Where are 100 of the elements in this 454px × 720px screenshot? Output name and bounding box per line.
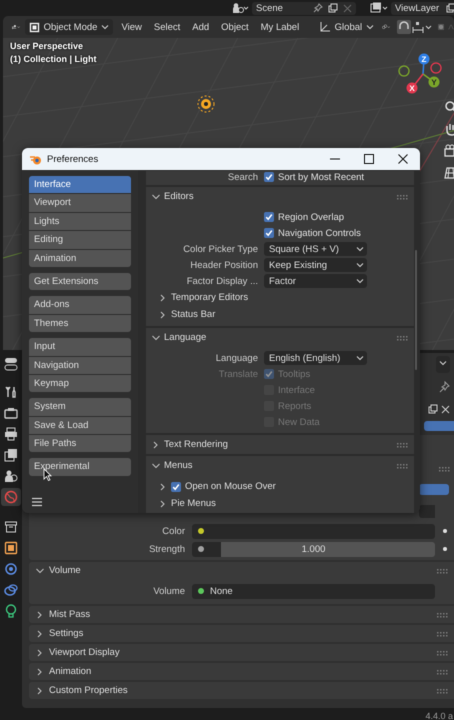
pin-icon[interactable] <box>313 3 323 13</box>
sidebar-item[interactable]: File Paths <box>29 435 131 452</box>
field-value: None <box>210 586 233 596</box>
sidebar-item[interactable]: Editing <box>29 231 131 249</box>
sidebar-item[interactable]: Animation <box>29 250 131 267</box>
grip-icon[interactable] <box>397 194 408 200</box>
axis-label: Z <box>422 55 426 64</box>
toggle-icon[interactable] <box>4 357 18 371</box>
menu-item[interactable]: Add <box>188 22 214 32</box>
light-icon <box>195 93 217 115</box>
grip-icon[interactable] <box>437 688 448 694</box>
grip-icon[interactable] <box>397 462 408 468</box>
grip-icon[interactable] <box>439 466 450 472</box>
axis-label: Y <box>431 78 437 87</box>
copy-icon[interactable] <box>428 404 438 414</box>
menu-item[interactable]: Select <box>150 22 184 32</box>
data-field[interactable]: None <box>192 584 435 598</box>
socket-dot[interactable] <box>198 528 204 534</box>
mode-dropdown[interactable]: Object Mode <box>24 19 114 35</box>
camera-icon[interactable] <box>444 144 454 158</box>
active-button[interactable] <box>419 484 449 494</box>
zoom-icon[interactable] <box>444 100 454 114</box>
image-stack-icon[interactable] <box>370 2 388 14</box>
dropdown[interactable]: English (English) <box>264 351 367 365</box>
grip-icon[interactable] <box>437 650 448 656</box>
axis-ball[interactable] <box>406 82 418 94</box>
magnet-icon[interactable] <box>396 20 411 34</box>
axis-ball[interactable] <box>428 76 440 88</box>
checkbox[interactable] <box>264 212 274 222</box>
grip-icon[interactable] <box>437 612 448 618</box>
sidebar-item[interactable]: System <box>29 398 131 416</box>
socket-dot[interactable] <box>198 588 204 594</box>
grip-icon[interactable] <box>397 442 408 448</box>
axis-ball[interactable] <box>418 54 430 64</box>
dropdown[interactable]: Keep Existing <box>264 258 367 272</box>
menu-icon[interactable] <box>31 497 43 507</box>
panel-header[interactable]: Language <box>146 328 414 347</box>
caret-icon <box>439 358 447 366</box>
grid-icon[interactable] <box>444 166 454 180</box>
sidebar-item[interactable]: Experimental <box>29 458 131 476</box>
checkbox-label[interactable]: Open on Mouse Over <box>185 481 276 492</box>
panel-header[interactable]: Menus <box>146 456 414 475</box>
panel-header[interactable]: Volume <box>29 562 454 579</box>
color-field[interactable] <box>192 524 435 538</box>
menu-item[interactable]: My Label <box>256 22 304 32</box>
sidebar-item[interactable]: Viewport <box>29 194 131 212</box>
socket-dot[interactable] <box>198 546 204 552</box>
grip-icon[interactable] <box>397 334 408 340</box>
checkbox-label[interactable]: Sort by Most Recent <box>278 172 364 182</box>
dropdown[interactable]: Square (HS + V) <box>264 242 367 256</box>
panel-header[interactable]: Animation <box>29 663 454 680</box>
panel-header[interactable]: Settings <box>29 625 454 642</box>
keyframe-dot[interactable] <box>442 547 446 551</box>
panel-header[interactable]: Viewport Display <box>29 644 454 661</box>
sidebar-item[interactable]: Save & Load <box>29 416 131 434</box>
grip-icon[interactable] <box>437 630 448 636</box>
panel-header[interactable]: Mist Pass <box>29 606 454 623</box>
hand-icon[interactable] <box>444 122 454 136</box>
scene-icon[interactable] <box>231 2 249 14</box>
input-field[interactable] <box>419 504 435 518</box>
menu-item[interactable]: Object <box>217 22 253 32</box>
panel-header[interactable]: Editors <box>146 187 414 206</box>
editor-menu-button[interactable] <box>436 356 450 372</box>
checkbox-label[interactable]: Region Overlap <box>278 212 344 222</box>
checkbox[interactable] <box>171 482 181 492</box>
box-icon <box>4 520 18 534</box>
keyframe-dot[interactable] <box>442 529 446 533</box>
copy-icon[interactable] <box>328 3 338 13</box>
sidebar-item[interactable]: Input <box>29 338 131 356</box>
subpanel-header[interactable]: Status Bar <box>146 306 414 323</box>
globe-icon <box>4 490 18 504</box>
field-label: Search <box>226 172 258 182</box>
subpanel-header[interactable]: Pie Menus <box>146 495 414 512</box>
checkbox[interactable] <box>264 172 274 182</box>
field-label: Factor Display ... <box>186 276 258 286</box>
orientation-dropdown[interactable]: Global <box>314 19 378 35</box>
caret-icon <box>366 23 374 31</box>
snap-target-icon[interactable] <box>412 21 432 33</box>
checkbox-label[interactable]: Navigation Controls <box>278 228 361 238</box>
view-layer-field[interactable]: ViewLayer <box>391 2 454 14</box>
scene-field[interactable]: Scene <box>252 2 356 14</box>
subpanel-header[interactable]: Temporary Editors <box>146 289 414 306</box>
dropdown[interactable]: Factor <box>264 274 367 288</box>
version-text: 4.4.0 a <box>425 710 453 720</box>
grip-icon[interactable] <box>437 568 448 574</box>
copy-icon[interactable] <box>446 3 454 13</box>
pin-icon[interactable] <box>438 381 450 393</box>
checkbox[interactable] <box>264 228 274 238</box>
sidebar-item[interactable]: Add-ons <box>29 296 131 314</box>
panel-header[interactable]: Custom Properties <box>29 682 454 699</box>
menu-item[interactable]: View <box>117 22 146 32</box>
sidebar-item[interactable]: Lights <box>29 212 131 230</box>
panel-header[interactable]: Text Rendering <box>146 435 414 454</box>
number-field[interactable]: 1.000 <box>192 542 435 556</box>
sidebar-item[interactable]: Themes <box>29 314 131 332</box>
sidebar-item[interactable]: Keymap <box>29 374 131 392</box>
grip-icon[interactable] <box>437 668 448 674</box>
sidebar-item[interactable]: Get Extensions <box>29 272 131 290</box>
sidebar-item[interactable]: Interface <box>29 176 131 194</box>
sidebar-item[interactable]: Navigation <box>29 356 131 374</box>
